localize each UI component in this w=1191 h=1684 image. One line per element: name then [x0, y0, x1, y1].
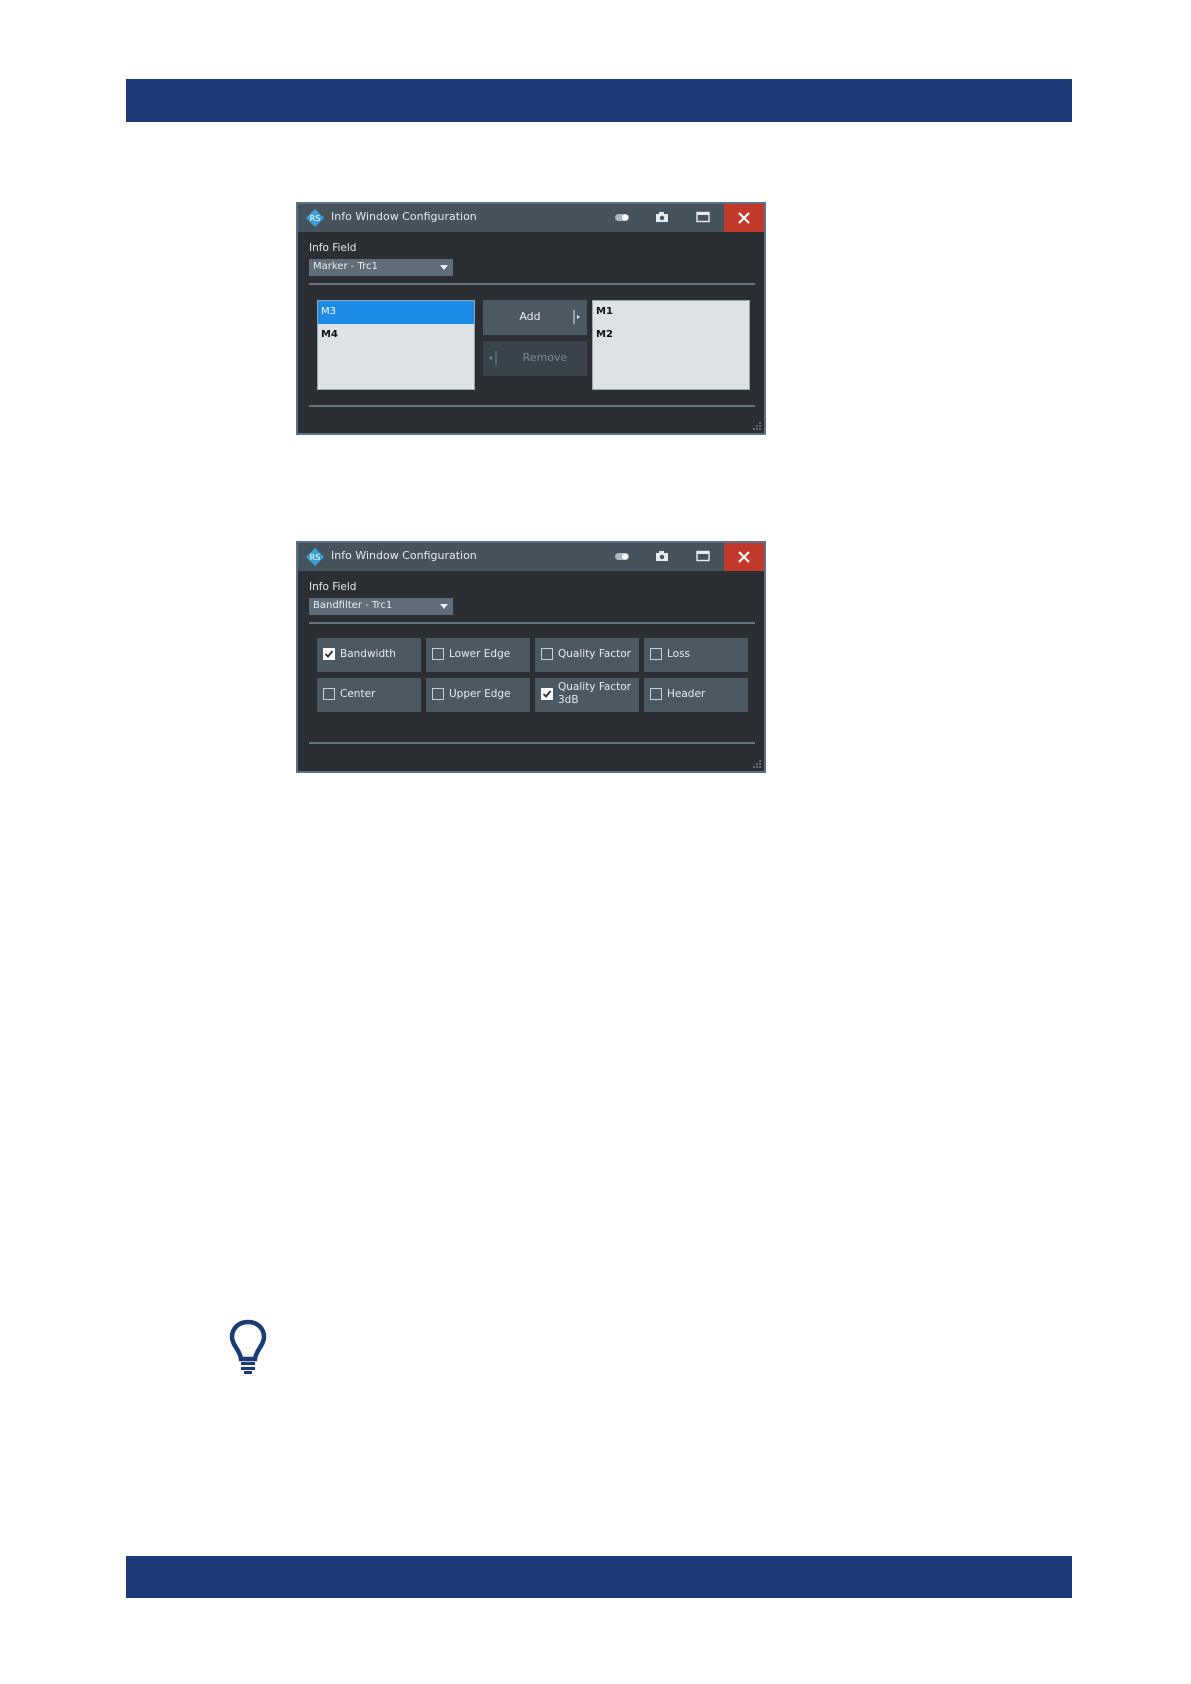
checkbox-unchecked-icon[interactable] — [432, 648, 444, 660]
page-header-band — [126, 79, 1072, 122]
checkbox-unchecked-icon[interactable] — [541, 648, 553, 660]
info-field-label: Info Field — [309, 242, 357, 254]
rs-logo-icon: RS — [306, 548, 324, 566]
maximize-button[interactable] — [684, 204, 724, 232]
toggle-icon — [615, 214, 629, 221]
svg-text:RS: RS — [310, 553, 321, 562]
toggle-button[interactable] — [602, 204, 642, 232]
checkbox-option[interactable]: Center — [317, 678, 421, 712]
checkbox-option[interactable]: Quality Factor 3dB — [535, 678, 639, 712]
checkbox-unchecked-icon[interactable] — [323, 688, 335, 700]
title-bar[interactable]: RS Info Window Configuration — [298, 204, 764, 232]
list-item[interactable]: M2 — [593, 324, 749, 347]
checkbox-unchecked-icon[interactable] — [432, 688, 444, 700]
info-field-value: Marker - Trc1 — [313, 261, 378, 272]
screenshot-button[interactable] — [643, 543, 683, 571]
arrow-left-icon — [489, 351, 497, 365]
screenshot-button[interactable] — [643, 204, 683, 232]
close-button[interactable] — [724, 543, 764, 571]
checkbox-label: Header — [667, 688, 706, 700]
svg-text:RS: RS — [310, 214, 321, 223]
chevron-down-icon — [440, 604, 448, 609]
close-icon — [738, 212, 750, 224]
checkbox-checked-icon[interactable] — [541, 688, 553, 700]
selected-markers-list[interactable]: M1 M2 — [592, 300, 750, 390]
rs-logo-icon: RS — [306, 209, 324, 227]
checkbox-label: Bandwidth — [340, 648, 396, 660]
camera-icon — [656, 551, 668, 561]
info-window-config-dialog-marker: RS Info Window Configuration Info Field … — [296, 202, 766, 435]
checkbox-label: Quality Factor 3dB — [558, 681, 631, 706]
separator — [309, 405, 755, 407]
maximize-icon — [696, 550, 710, 562]
checkbox-label: Quality Factor — [558, 648, 631, 660]
dialog-title: Info Window Configuration — [331, 210, 477, 223]
info-field-label: Info Field — [309, 581, 357, 593]
add-button-label: Add — [519, 310, 541, 323]
separator — [309, 742, 755, 744]
checkbox-label: Loss — [667, 648, 691, 660]
maximize-button[interactable] — [684, 543, 724, 571]
checkbox-option[interactable]: Quality Factor — [535, 638, 639, 672]
chevron-down-icon — [440, 265, 448, 270]
checkbox-option[interactable]: Bandwidth — [317, 638, 421, 672]
info-field-value: Bandfilter - Trc1 — [313, 600, 393, 611]
maximize-icon — [696, 211, 710, 223]
checkbox-checked-icon[interactable] — [323, 648, 335, 660]
close-icon — [738, 551, 750, 563]
checkbox-option[interactable]: Loss — [644, 638, 748, 672]
add-button[interactable]: Add — [483, 300, 587, 335]
info-field-dropdown[interactable]: Marker - Trc1 — [309, 259, 453, 276]
title-bar[interactable]: RS Info Window Configuration — [298, 543, 764, 571]
resize-grip-icon[interactable] — [752, 759, 762, 769]
dialog-title: Info Window Configuration — [331, 549, 477, 562]
close-button[interactable] — [724, 204, 764, 232]
checkbox-option[interactable]: Upper Edge — [426, 678, 530, 712]
info-window-config-dialog-bandfilter: RS Info Window Configuration Info Field … — [296, 541, 766, 773]
arrow-right-icon — [573, 310, 580, 324]
checkbox-label: Upper Edge — [449, 688, 511, 700]
lightbulb-icon — [229, 1319, 267, 1374]
checkbox-unchecked-icon[interactable] — [650, 648, 662, 660]
remove-button-label: Remove — [522, 351, 568, 364]
checkbox-option[interactable]: Header — [644, 678, 748, 712]
list-item[interactable]: M4 — [318, 324, 474, 347]
checkbox-label: Lower Edge — [449, 648, 511, 660]
separator — [309, 283, 755, 285]
toggle-icon — [615, 553, 629, 560]
separator — [309, 622, 755, 624]
checkbox-option[interactable]: Lower Edge — [426, 638, 530, 672]
list-item[interactable]: M1 — [593, 301, 749, 324]
available-markers-list[interactable]: M3 M4 — [317, 300, 475, 390]
camera-icon — [656, 212, 668, 222]
checkbox-label: Center — [340, 688, 376, 700]
checkbox-unchecked-icon[interactable] — [650, 688, 662, 700]
info-field-dropdown[interactable]: Bandfilter - Trc1 — [309, 598, 453, 615]
list-item[interactable]: M3 — [318, 301, 474, 324]
resize-grip-icon[interactable] — [752, 421, 762, 431]
page-footer-band — [126, 1556, 1072, 1598]
remove-button[interactable]: Remove — [483, 341, 587, 376]
toggle-button[interactable] — [602, 543, 642, 571]
